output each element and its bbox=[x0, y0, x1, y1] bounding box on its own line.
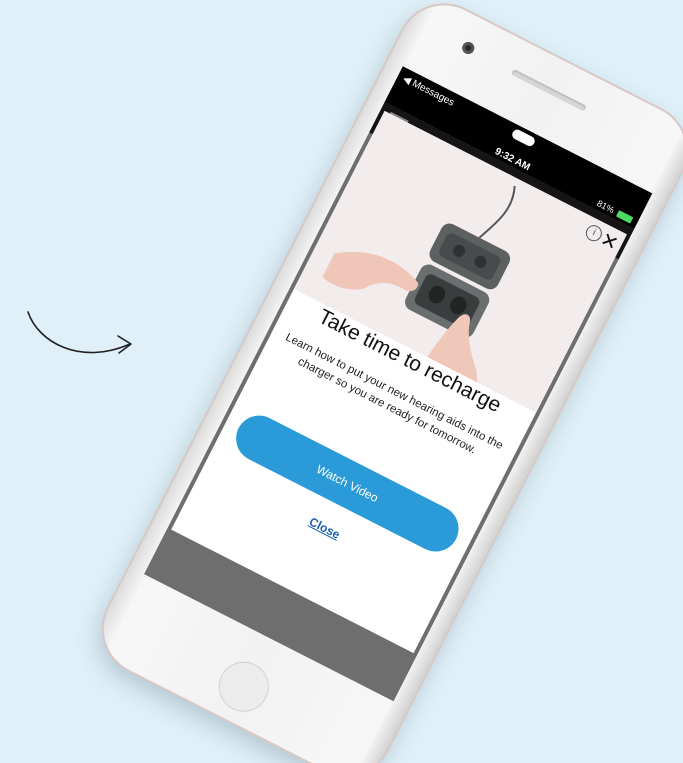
phone-frame: ◀ Messages 9:32 AM 81% Volume bbox=[88, 0, 683, 763]
scene: ◀ Messages 9:32 AM 81% Volume bbox=[0, 0, 683, 763]
notch bbox=[510, 127, 537, 148]
earpiece-speaker bbox=[510, 68, 587, 112]
curved-arrow-icon bbox=[27, 311, 132, 354]
home-button[interactable] bbox=[210, 653, 278, 721]
phone-screen: ◀ Messages 9:32 AM 81% Volume bbox=[144, 66, 653, 702]
front-camera bbox=[460, 39, 477, 57]
